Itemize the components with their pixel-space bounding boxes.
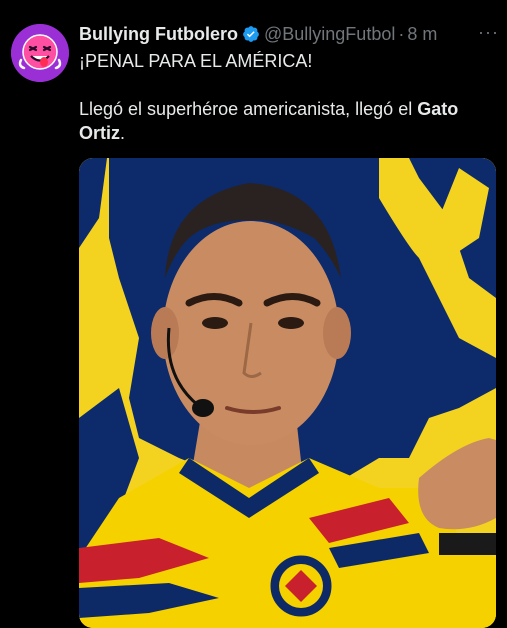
separator: · [398, 23, 405, 44]
tweet-line-3: Ortiz. [79, 123, 126, 143]
referee-photo [79, 158, 496, 628]
tweet-line-1: ¡PENAL PARA EL AMÉRICA! [79, 51, 313, 71]
tweet-header: Bullying Futbolero @BullyingFutbol · 8 m… [79, 21, 499, 47]
timestamp[interactable]: 8 m [407, 24, 437, 45]
bold-name-part-2: Ortiz [79, 123, 121, 143]
handle[interactable]: @BullyingFutbol [264, 24, 395, 45]
verified-badge-icon [243, 26, 259, 42]
tweet-line-2: Llegó el superhéroe americanista, llegó … [79, 99, 459, 119]
display-name[interactable]: Bullying Futbolero [79, 24, 238, 45]
tweet[interactable]: Bullying Futbolero @BullyingFutbol · 8 m… [0, 0, 507, 628]
tweet-image[interactable] [79, 158, 496, 628]
avatar[interactable] [11, 24, 69, 82]
avatar-emoji-icon [11, 24, 69, 82]
tweet-text: ¡PENAL PARA EL AMÉRICA! Llegó el superhé… [79, 49, 499, 145]
more-options-icon[interactable]: ··· [478, 21, 499, 43]
bold-name-part-1: Gato [417, 99, 459, 119]
